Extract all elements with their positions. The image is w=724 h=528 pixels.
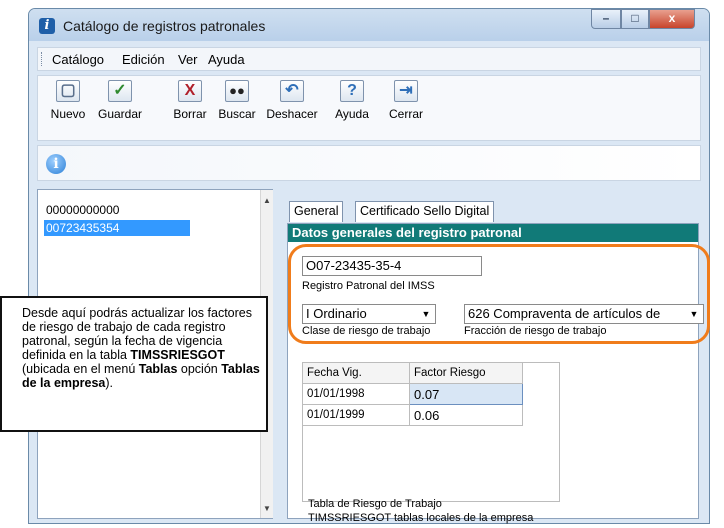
window-title: Catálogo de registros patronales [63, 18, 266, 34]
maximize-button[interactable]: □ [621, 9, 649, 29]
risk-factor-table: Fecha Vig. Factor Riesgo 01/01/1998 0.07… [302, 362, 523, 426]
exit-label: Cerrar [388, 107, 423, 121]
section-title: Datos generales del registro patronal [288, 224, 698, 242]
table-header-row: Fecha Vig. Factor Riesgo [302, 362, 523, 384]
info-icon[interactable]: i [46, 154, 66, 174]
new-doc-icon: ▢ [56, 80, 80, 102]
menu-grip [41, 52, 45, 66]
delete-x-icon: X [178, 80, 202, 102]
scroll-down-icon[interactable]: ▼ [262, 504, 272, 513]
callout-text-3: opción [177, 362, 222, 376]
menu-ayuda[interactable]: Ayuda [208, 52, 245, 67]
title-bar[interactable]: i Catálogo de registros patronales – □ x [29, 9, 709, 41]
save-label: Guardar [97, 107, 143, 121]
close-button[interactable]: x [649, 9, 695, 29]
help-button[interactable]: ? Ayuda [330, 80, 374, 121]
column-header[interactable]: Factor Riesgo [409, 362, 523, 384]
binoculars-icon: ●● [225, 80, 249, 102]
app-info-icon: i [39, 18, 55, 34]
list-item[interactable]: 00000000000 [44, 202, 121, 218]
menu-edicion[interactable]: Edición [122, 52, 165, 67]
table-cell-factor[interactable]: 0.06 [409, 404, 523, 426]
menu-bar: Catálogo Edición Ver Ayuda [37, 47, 701, 71]
delete-button[interactable]: X Borrar [168, 80, 212, 121]
help-icon: ? [340, 80, 364, 102]
callout-text-2: (ubicada en el menú [22, 362, 139, 376]
table-cell-date[interactable]: 01/01/1998 [302, 383, 410, 405]
callout-bold-2: Tablas [138, 362, 178, 376]
table-cell-factor[interactable]: 0.07 [409, 383, 523, 405]
undo-button[interactable]: ↶ Deshacer [264, 80, 320, 121]
info-bar: i [37, 145, 701, 181]
callout-text-4: ). [105, 376, 114, 390]
delete-label: Borrar [173, 107, 207, 121]
table-row[interactable]: 01/01/1998 0.07 [302, 383, 523, 405]
menu-catalogo[interactable]: Catálogo [52, 52, 104, 67]
callout-bold-1: TIMSSRIESGOT [130, 348, 225, 362]
highlight-box [288, 244, 710, 344]
scroll-up-icon[interactable]: ▲ [262, 196, 272, 205]
table-cell-date[interactable]: 01/01/1999 [302, 404, 410, 426]
undo-label: Deshacer [266, 107, 318, 121]
info-callout: Desde aquí podrás actualizar los factore… [0, 296, 268, 432]
menu-ver[interactable]: Ver [178, 52, 198, 67]
exit-button[interactable]: ⇥ Cerrar [384, 80, 428, 121]
undo-icon: ↶ [280, 80, 304, 102]
toolbar: ▢ Nuevo ✓ Guardar X Borrar ●● Buscar ↶ D… [37, 75, 701, 141]
tab-general[interactable]: General [289, 201, 344, 222]
checkmark-icon: ✓ [108, 80, 132, 102]
search-button[interactable]: ●● Buscar [214, 80, 260, 121]
new-button[interactable]: ▢ Nuevo [46, 80, 90, 121]
column-header[interactable]: Fecha Vig. [302, 362, 410, 384]
exit-icon: ⇥ [394, 80, 418, 102]
footer-line-1: Tabla de Riesgo de Trabajo [308, 498, 442, 510]
list-item-selected[interactable]: 00723435354 [44, 220, 190, 236]
search-label: Buscar [218, 107, 256, 121]
new-label: Nuevo [50, 107, 86, 121]
table-row[interactable]: 01/01/1999 0.06 [302, 404, 523, 426]
minimize-button[interactable]: – [591, 9, 621, 29]
save-button[interactable]: ✓ Guardar [94, 80, 146, 121]
tab-certificado[interactable]: Certificado Sello Digital [355, 201, 495, 222]
footer-line-2: TIMSSRIESGOT tablas locales de la empres… [308, 512, 534, 524]
help-label: Ayuda [335, 107, 369, 121]
